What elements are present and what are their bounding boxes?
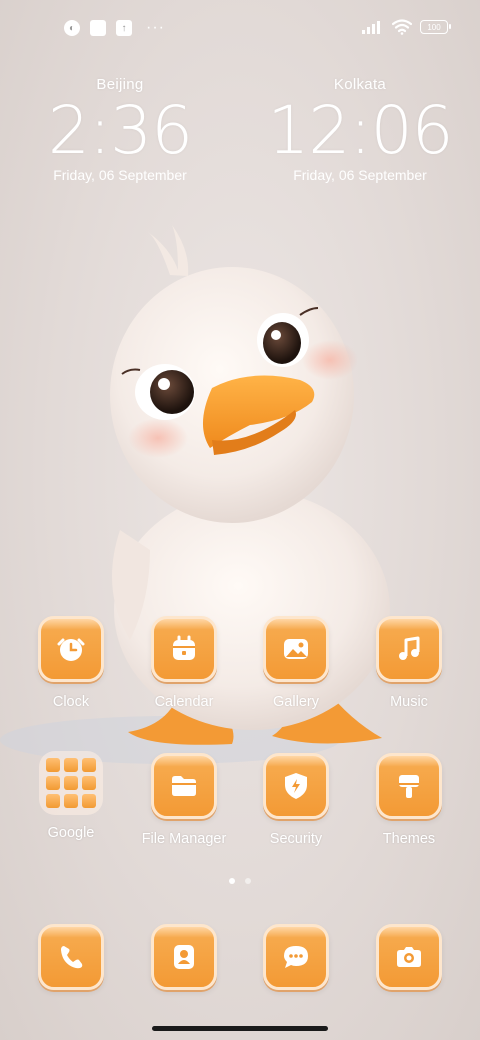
app-file-manager[interactable]: File Manager bbox=[134, 753, 234, 847]
phone-icon bbox=[38, 924, 104, 990]
clock-widget-beijing[interactable]: Beijing 2:36 Friday, 06 September bbox=[20, 76, 220, 183]
shield-bolt-icon bbox=[263, 753, 329, 819]
app-security[interactable]: Security bbox=[246, 753, 346, 847]
status-left-icons: ◐ ↑ ··· bbox=[64, 20, 165, 36]
paint-brush-icon bbox=[376, 753, 442, 819]
clock-city: Beijing bbox=[96, 76, 144, 93]
image-icon bbox=[263, 616, 329, 682]
dock-messages[interactable] bbox=[246, 924, 346, 990]
clock-city: Kolkata bbox=[333, 76, 387, 93]
page-indicator bbox=[0, 878, 480, 884]
page-dot-active[interactable] bbox=[229, 878, 235, 884]
alarm-clock-icon bbox=[38, 616, 104, 682]
app-label: Google bbox=[47, 825, 95, 841]
app-gallery[interactable]: Gallery bbox=[246, 616, 346, 710]
app-calendar[interactable]: Calendar bbox=[134, 616, 234, 710]
page-dot[interactable] bbox=[245, 878, 251, 884]
clock-date: Friday, 06 September bbox=[293, 167, 427, 183]
folder-app-previews bbox=[46, 758, 96, 808]
app-themes[interactable]: Themes bbox=[359, 753, 459, 847]
app-label: Gallery bbox=[273, 694, 319, 710]
app-label: Themes bbox=[382, 831, 436, 847]
notification-icon-3: ↑ bbox=[116, 20, 132, 36]
clock-widget-kolkata[interactable]: Kolkata 12:06 Friday, 06 September bbox=[260, 76, 460, 183]
wifi-icon bbox=[392, 19, 412, 35]
music-note-icon bbox=[376, 616, 442, 682]
app-label: Clock bbox=[52, 694, 90, 710]
calendar-icon bbox=[151, 616, 217, 682]
app-label: Calendar bbox=[154, 694, 214, 710]
signal-icon bbox=[362, 21, 380, 34]
folder-file-icon bbox=[151, 753, 217, 819]
app-clock[interactable]: Clock bbox=[21, 616, 121, 710]
app-label: Music bbox=[390, 694, 428, 710]
app-label: Security bbox=[269, 831, 323, 847]
status-bar: ◐ ↑ ··· 100 bbox=[0, 0, 480, 56]
camera-icon bbox=[376, 924, 442, 990]
more-notifications-indicator: ··· bbox=[146, 19, 165, 36]
notification-icon-1: ◐ bbox=[64, 20, 80, 36]
clock-time: 2:36 bbox=[47, 92, 193, 169]
clock-date: Friday, 06 September bbox=[53, 167, 187, 183]
app-music[interactable]: Music bbox=[359, 616, 459, 710]
folder-icon bbox=[39, 751, 103, 815]
battery-level: 100 bbox=[427, 22, 441, 32]
notification-icon-2 bbox=[90, 20, 106, 36]
home-indicator-bar[interactable] bbox=[152, 1026, 328, 1031]
status-right-icons: 100 bbox=[362, 19, 451, 35]
dock-contacts[interactable] bbox=[134, 924, 234, 990]
contacts-icon bbox=[151, 924, 217, 990]
dock-phone[interactable] bbox=[21, 924, 121, 990]
app-label: File Manager bbox=[141, 831, 227, 847]
chat-bubble-icon bbox=[263, 924, 329, 990]
folder-google[interactable]: Google bbox=[21, 751, 121, 841]
clock-time: 12:06 bbox=[267, 92, 453, 169]
dock-camera[interactable] bbox=[359, 924, 459, 990]
battery-icon: 100 bbox=[420, 20, 451, 34]
